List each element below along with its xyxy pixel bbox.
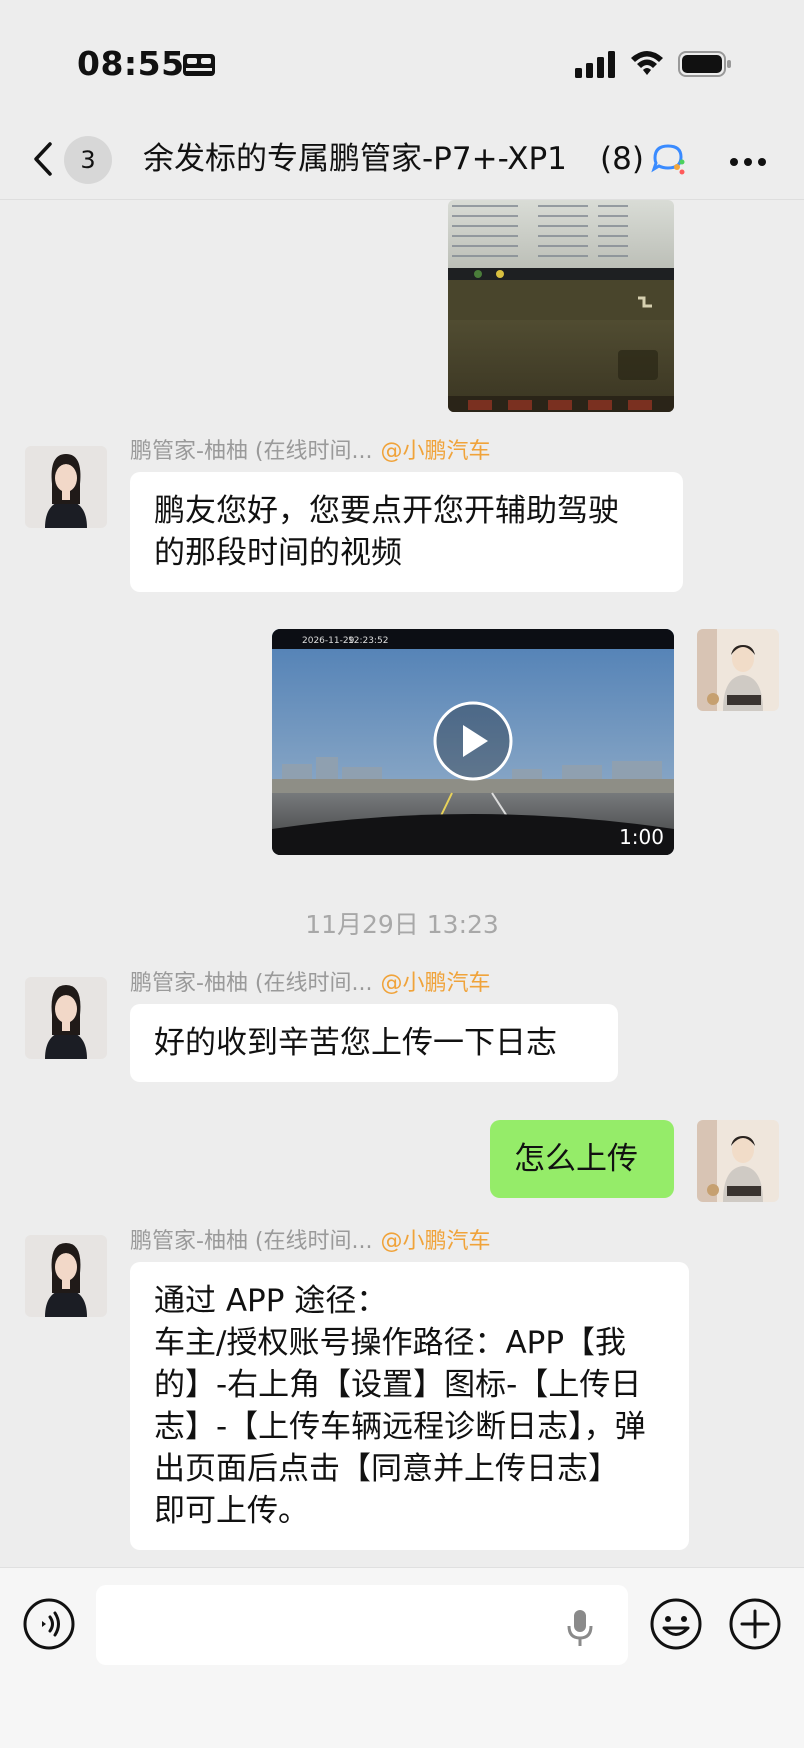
- agent-avatar[interactable]: [25, 446, 107, 528]
- message-text-line: 出页面后点击【同意并上传日志】: [154, 1451, 619, 1487]
- message-text-line: 通过 APP 途径：: [154, 1283, 388, 1319]
- message-text-line: 的】-右上角【设置】图标-【上传日: [154, 1367, 642, 1403]
- image-message[interactable]: [448, 200, 674, 412]
- agent-avatar-image: [25, 446, 107, 528]
- sender-name: 鹏管家-柚柚 (在线时间...: [130, 1229, 373, 1254]
- message-input[interactable]: [96, 1585, 628, 1665]
- message-text-line: 车主/授权账号操作路径：APP【我: [154, 1325, 627, 1361]
- voice-mode-icon[interactable]: [22, 1597, 76, 1651]
- message-timestamp: 11月29日 13:23: [305, 910, 499, 939]
- message-bubble-outgoing[interactable]: 怎么上传: [490, 1120, 674, 1198]
- sender-name-line: 鹏管家-柚柚 (在线时间... @小鹏汽车: [130, 969, 491, 999]
- message-text-line: 怎么上传: [514, 1141, 638, 1177]
- message-bubble-incoming[interactable]: 通过 APP 途径： 车主/授权账号操作路径：APP【我 的】-右上角【设置】图…: [130, 1262, 689, 1550]
- sender-company-tag: @小鹏汽车: [380, 971, 491, 996]
- status-time: 08:55: [77, 44, 185, 83]
- svg-text:12:23:52: 12:23:52: [348, 636, 388, 646]
- chat-input-bar: [0, 1567, 804, 1748]
- svg-text:2026-11-29: 2026-11-29: [302, 636, 355, 646]
- sender-company-tag: @小鹏汽车: [380, 439, 491, 464]
- message-text-line: 鹏友您好，您要点开您开辅助驾驶: [154, 493, 619, 529]
- message-bubble-incoming[interactable]: 好的收到辛苦您上传一下日志: [130, 1004, 618, 1082]
- message-text-line: 志】-【上传车辆远程诊断日志】，弹: [154, 1409, 646, 1445]
- user-avatar[interactable]: [697, 1120, 779, 1202]
- sender-name: 鹏管家-柚柚 (在线时间...: [130, 439, 373, 464]
- video-message[interactable]: 2026-11-29 12:23:52 1:00: [272, 629, 674, 855]
- cellular-signal-icon: [575, 51, 615, 78]
- user-avatar-image: [697, 1120, 779, 1202]
- message-text-line: 即可上传。: [154, 1493, 309, 1529]
- wifi-icon: [631, 51, 663, 75]
- sender-name-line: 鹏管家-柚柚 (在线时间... @小鹏汽车: [130, 1227, 491, 1257]
- message-text-line: 的那段时间的视频: [154, 535, 402, 571]
- more-options-icon[interactable]: [728, 156, 768, 168]
- agent-avatar-image: [25, 1235, 107, 1317]
- microphone-icon[interactable]: [566, 1608, 594, 1648]
- video-thumbnail: 2026-11-29 12:23:52: [272, 629, 674, 855]
- message-bubble-incoming[interactable]: 鹏友您好，您要点开您开辅助驾驶 的那段时间的视频: [130, 472, 683, 592]
- emoji-icon[interactable]: [649, 1597, 703, 1651]
- sender-name: 鹏管家-柚柚 (在线时间...: [130, 971, 373, 996]
- member-count: (8): [600, 141, 644, 177]
- chat-title: 余发标的专属鹏管家-P7+-XP1: [143, 141, 567, 177]
- laptop-screen-photo: [448, 200, 674, 412]
- sleep-focus-icon: [183, 54, 215, 76]
- status-bar: 08:55: [0, 0, 804, 120]
- user-avatar[interactable]: [697, 629, 779, 711]
- agent-avatar[interactable]: [25, 977, 107, 1059]
- sender-name-line: 鹏管家-柚柚 (在线时间... @小鹏汽车: [130, 437, 491, 467]
- sender-company-tag: @小鹏汽车: [380, 1229, 491, 1254]
- back-arrow-icon[interactable]: [28, 138, 58, 180]
- add-attachment-icon[interactable]: [728, 1597, 782, 1651]
- unread-count-badge[interactable]: 3: [64, 136, 112, 184]
- battery-icon: [678, 51, 731, 77]
- enterprise-chat-icon: [651, 144, 685, 175]
- video-duration: 1:00: [619, 825, 664, 849]
- chat-header: 3 余发标的专属鹏管家-P7+-XP1 (8): [0, 120, 804, 200]
- user-avatar-image: [697, 629, 779, 711]
- agent-avatar[interactable]: [25, 1235, 107, 1317]
- message-text-line: 好的收到辛苦您上传一下日志: [154, 1025, 557, 1061]
- agent-avatar-image: [25, 977, 107, 1059]
